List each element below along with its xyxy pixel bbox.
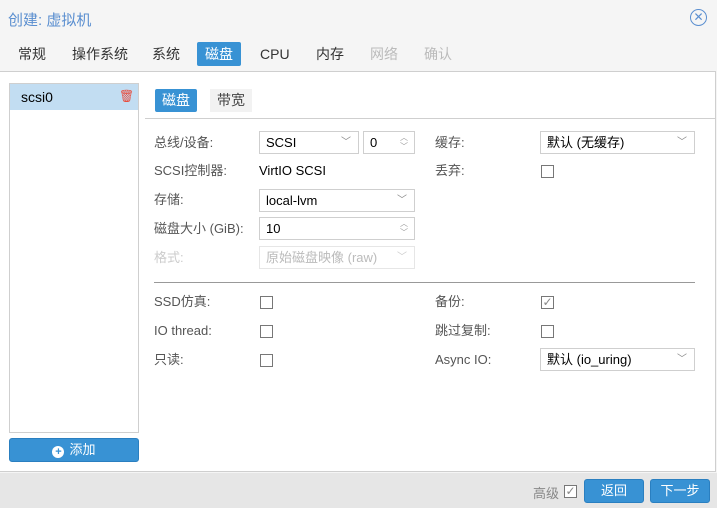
back-button[interactable]: 返回 [584, 479, 644, 503]
storage-value: local-lvm [266, 193, 318, 208]
section-divider [154, 282, 695, 283]
window-title: 创建: 虚拟机 [8, 12, 92, 29]
chevron-down-icon: ﹀ [677, 354, 687, 365]
size-input[interactable]: 10 ︿ ﹀ [259, 217, 415, 240]
advanced-checkbox[interactable]: ✓ [564, 485, 577, 498]
backup-label: 备份: [435, 294, 465, 309]
tab-cpu[interactable]: CPU [252, 42, 298, 66]
controller-label: SCSI控制器: [154, 163, 227, 178]
format-select: 原始磁盘映像 (raw) ﹀ [259, 246, 415, 269]
controller-value: VirtIO SCSI [259, 163, 326, 178]
format-label: 格式: [154, 250, 184, 265]
add-label: 添加 [69, 442, 96, 457]
disk-list: scsi0 🗑 [9, 83, 139, 433]
tab-os[interactable]: 操作系统 [64, 42, 136, 66]
discard-checkbox[interactable] [541, 165, 554, 178]
bus-value: SCSI [266, 135, 297, 150]
advanced-label: 高级 [533, 486, 560, 501]
chevron-down-icon: ﹀ [397, 252, 407, 263]
bus-select[interactable]: SCSI ﹀ [259, 131, 359, 154]
tab-system[interactable]: 系统 [144, 42, 188, 66]
next-button[interactable]: 下一步 [650, 479, 710, 503]
size-value: 10 [266, 221, 281, 236]
chevron-down-icon: ﹀ [397, 195, 407, 206]
ssd-label: SSD仿真: [154, 294, 211, 309]
skip-replication-checkbox[interactable] [541, 325, 554, 338]
format-value: 原始磁盘映像 (raw) [266, 250, 378, 265]
close-icon[interactable]: ✕ [690, 9, 707, 26]
disk-label: scsi0 [21, 89, 53, 105]
cache-select[interactable]: 默认 (无缓存) ﹀ [540, 131, 695, 154]
ssd-checkbox[interactable] [260, 296, 273, 309]
tab-general[interactable]: 常规 [10, 42, 54, 66]
tab-confirm: 确认 [424, 46, 452, 62]
bus-label: 总线/设备: [154, 135, 214, 150]
spinner-arrows-icon[interactable]: ︿ ﹀ [400, 133, 408, 151]
tab-network: 网络 [370, 46, 398, 62]
inner-tab-disk[interactable]: 磁盘 [155, 89, 197, 112]
size-label: 磁盘大小 (GiB): [154, 221, 244, 236]
readonly-label: 只读: [154, 352, 184, 367]
spinner-arrows-icon[interactable]: ︿ ﹀ [400, 219, 408, 237]
cache-label: 缓存: [435, 135, 465, 150]
chevron-down-icon: ﹀ [341, 137, 351, 148]
async-io-value: 默认 (io_uring) [547, 352, 632, 367]
chevron-down-icon: ﹀ [677, 137, 687, 148]
storage-select[interactable]: local-lvm ﹀ [259, 189, 415, 212]
async-io-select[interactable]: 默认 (io_uring) ﹀ [540, 348, 695, 371]
add-disk-button[interactable]: + 添加 [9, 438, 139, 462]
discard-label: 丢弃: [435, 163, 465, 178]
storage-label: 存储: [154, 192, 184, 207]
plus-circle-icon: + [52, 446, 65, 458]
list-item[interactable]: scsi0 🗑 [10, 84, 138, 110]
device-spinner[interactable]: 0 ︿ ﹀ [363, 131, 415, 154]
async-io-label: Async IO: [435, 352, 492, 367]
tab-disks[interactable]: 磁盘 [197, 42, 241, 66]
cache-value: 默认 (无缓存) [547, 135, 625, 150]
tab-memory[interactable]: 内存 [308, 42, 352, 66]
iothread-checkbox[interactable] [260, 325, 273, 338]
inner-tab-divider [145, 118, 716, 119]
skip-replication-label: 跳过复制: [435, 323, 491, 338]
trash-icon[interactable]: 🗑 [119, 90, 134, 102]
backup-checkbox[interactable]: ✓ [541, 296, 554, 309]
iothread-label: IO thread: [154, 323, 212, 338]
inner-tab-bandwidth[interactable]: 带宽 [210, 89, 252, 112]
device-value: 0 [370, 135, 378, 150]
readonly-checkbox[interactable] [260, 354, 273, 367]
